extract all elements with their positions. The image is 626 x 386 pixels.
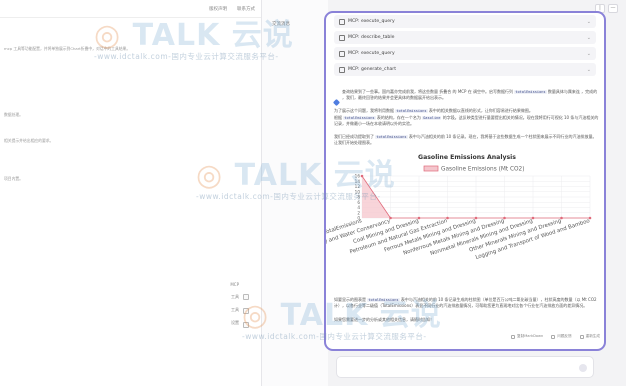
left-text-line: 相关提示并给出相应的要求。: [4, 138, 54, 143]
left-text-line: 项目内置。: [4, 176, 23, 181]
mcp-call-label: MCP: execute_query: [348, 19, 395, 24]
minimize-button[interactable]: —: [608, 4, 618, 13]
mcp-call-label: MCP: generate_chart: [348, 67, 396, 72]
checkbox-icon[interactable]: [243, 308, 249, 314]
chevron-down-icon: ⌄: [586, 34, 591, 41]
message-paragraph: 如要显示的图表是 totalEmissions 表中与汽油相关的前 10 条记录…: [334, 297, 597, 309]
app-window: 版权声明 联系方式 mcp 工具等功能配置，并将单独展示到Chart折叠中，对话…: [0, 0, 626, 386]
mcp-call-row[interactable]: MCP: generate_chart ⌄: [334, 63, 596, 76]
chevron-down-icon: ⌄: [586, 18, 591, 25]
list-item[interactable]: MCP: [230, 282, 239, 287]
y-tick-label: 16: [355, 174, 361, 179]
checkbox-icon[interactable]: [243, 294, 249, 300]
data-point: [417, 216, 421, 220]
y-tick-label: 8: [357, 195, 360, 200]
copy-icon: [511, 334, 516, 339]
message-paragraph: 为了展示这个问题，我将利用数据 totalEmissions 表中的相关数据以直…: [334, 108, 533, 113]
left-text-line: mcp 工具等功能配置，并将单独展示到Chart折叠中，对话中的工具结果。: [4, 46, 131, 51]
y-tick-label: 12: [355, 184, 361, 189]
y-tick-label: 10: [355, 189, 361, 194]
data-point: [360, 174, 364, 178]
legend-label: Gasoline Emissions (Mt CO2): [441, 167, 525, 173]
chevron-down-icon: ⌄: [586, 50, 591, 57]
data-point: [560, 216, 563, 220]
chart-svg: Gasoline Emissions (Mt CO2)1614121086420…: [326, 165, 592, 261]
data-point: [389, 216, 392, 220]
send-icon[interactable]: [579, 364, 587, 372]
top-action-contact[interactable]: 联系方式: [237, 6, 255, 12]
y-tick-label: 4: [357, 205, 360, 210]
message-paragraph: 如果您需要进一步的分析或其他相关信息，请随时告知！: [334, 317, 434, 322]
emissions-chart: Gasoline Emissions Analysis Gasoline Emi…: [326, 154, 598, 284]
left-topbar: 版权声明 联系方式: [0, 0, 261, 18]
flag-icon: [551, 334, 556, 339]
mcp-call-label: MCP: execute_query: [348, 51, 395, 56]
chevron-down-icon: ⌄: [586, 66, 591, 73]
message-paragraph: 根据 totalEmissions 表的结构，存在一个名为 Gasoline 的…: [334, 115, 599, 127]
mcp-call-label: MCP: describe_table: [348, 35, 395, 40]
mcp-call-row[interactable]: MCP: describe_table ⌄: [334, 31, 596, 44]
data-point: [503, 216, 506, 220]
mcp-call-row[interactable]: MCP: execute_query ⌄: [334, 47, 596, 60]
checkbox-icon[interactable]: [243, 322, 249, 328]
tool-icon: [339, 18, 345, 25]
refresh-icon: [579, 334, 584, 339]
tool-icon: [339, 66, 345, 73]
mcp-call-row[interactable]: MCP: execute_query ⌄: [334, 15, 596, 28]
list-item[interactable]: 工具: [230, 307, 239, 313]
top-action-copyright[interactable]: 版权声明: [209, 6, 227, 12]
tool-icon: [339, 50, 345, 57]
mid-bar: 交流消息: [262, 0, 328, 386]
y-tick-label: 6: [357, 200, 360, 205]
left-text-line: 数据处理。: [4, 112, 23, 117]
message-paragraph: 我们已经成功提取到了 totalEmissions 表中与汽油相关的前 10 条…: [334, 134, 597, 146]
list-item[interactable]: 工具: [230, 294, 239, 300]
assistant-icon: [332, 98, 341, 107]
chat-input[interactable]: [336, 356, 594, 378]
list-item[interactable]: 设置: [230, 320, 239, 326]
assistant-message-panel: MCP: execute_query ⌄ MCP: describe_table…: [324, 11, 606, 351]
chart-title: Gasoline Emissions Analysis: [418, 154, 516, 161]
left-pane: 版权声明 联系方式 mcp 工具等功能配置，并将单独展示到Chart折叠中，对话…: [0, 0, 262, 386]
y-tick-label: 2: [357, 210, 360, 215]
data-point: [531, 216, 535, 220]
left-small-list: MCP 工具 工具 设置: [230, 282, 239, 326]
data-point: [588, 216, 592, 220]
feedback-button[interactable]: 问题反馈: [551, 334, 572, 339]
message-actions: 复制MarkDown 问题反馈 重新生成: [334, 334, 600, 339]
data-point: [474, 216, 478, 220]
tool-icon: [339, 34, 345, 41]
message-paragraph: 查询结果到了一些事。国内嘉亦完成前我，将这些数量 折叠合 的 MCP 在 调空中…: [342, 89, 598, 101]
regenerate-button[interactable]: 重新生成: [579, 334, 600, 339]
copy-markdown-button[interactable]: 复制MarkDown: [511, 334, 543, 339]
conversation-title: 交流消息: [272, 22, 290, 27]
legend-swatch: [423, 165, 439, 172]
data-point: [446, 216, 449, 220]
y-tick-label: 14: [355, 179, 361, 184]
